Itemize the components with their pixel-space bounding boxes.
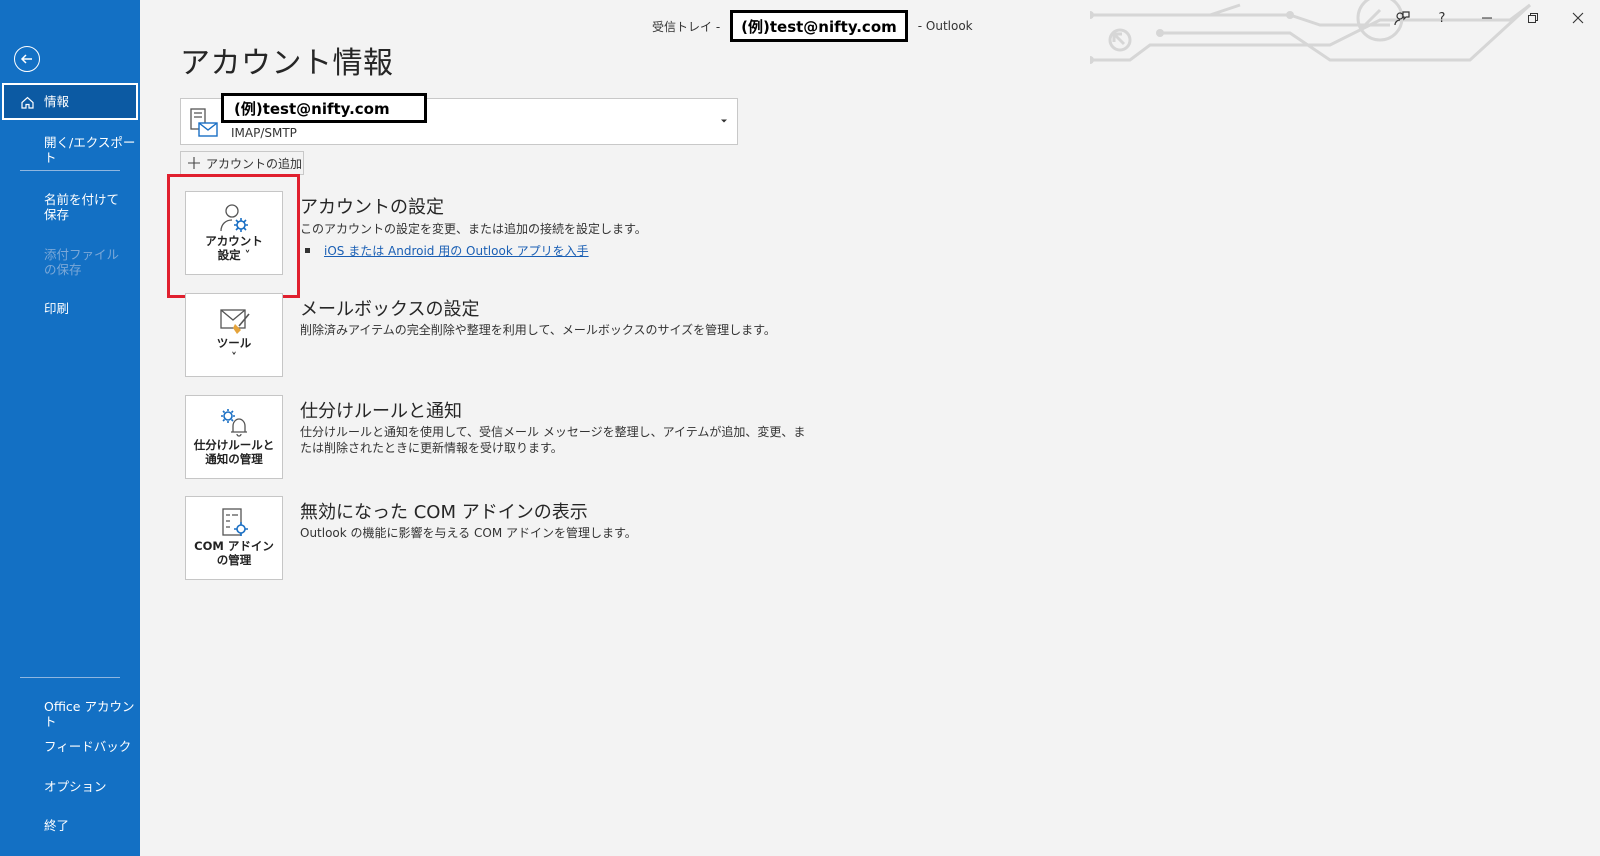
sidebar-item-open-export[interactable]: 開く/エクスポート xyxy=(0,135,140,165)
section-title: 無効になった COM アドインの表示 xyxy=(300,502,588,523)
section-title: 仕分けルールと通知 xyxy=(300,401,462,422)
sidebar-item-label: 情報 xyxy=(44,94,70,109)
sidebar-item-label: オプション xyxy=(44,779,107,794)
bell-gear-icon xyxy=(221,409,247,437)
sidebar-item-feedback[interactable]: フィードバック xyxy=(0,739,140,754)
account-settings-button[interactable]: アカウント 設定 ˅ xyxy=(185,191,283,275)
person-gear-icon xyxy=(220,204,248,232)
window-title: 受信トレイ - (例)test@nifty.com - Outlook xyxy=(652,10,973,42)
sidebar-divider xyxy=(20,170,120,171)
account-email-redaction: (例)test@nifty.com xyxy=(221,93,427,123)
page-title: アカウント情報 xyxy=(180,46,394,81)
sidebar-item-label: 開く/エクスポート xyxy=(44,135,136,165)
manage-com-addins-button[interactable]: COM アドイン の管理 xyxy=(185,496,283,580)
sidebar-divider xyxy=(20,677,120,678)
sidebar-item-label: 添付ファイルの保存 xyxy=(44,247,120,277)
section-title: アカウントの設定 xyxy=(300,197,444,218)
section-description: 削除済みアイテムの完全削除や整理を利用して、メールボックスのサイズを管理します。 xyxy=(300,323,776,337)
arrow-left-icon xyxy=(20,54,32,64)
account-type: IMAP/SMTP xyxy=(231,126,297,140)
bullet-icon xyxy=(305,248,310,253)
title-account-redaction: (例)test@nifty.com xyxy=(730,10,908,42)
help-icon: ? xyxy=(1438,10,1446,26)
caret-down-icon xyxy=(721,119,727,123)
close-icon xyxy=(1572,12,1584,24)
tile-label-line2: の管理 xyxy=(216,553,252,567)
section-description-line2: たは削除されたときに更新情報を受け取ります。 xyxy=(300,441,563,455)
section-description-line1: 仕分けルールと通知を使用して、受信メール メッセージを整理し、アイテムが追加、変… xyxy=(300,425,806,439)
sidebar-item-info[interactable]: 情報 xyxy=(2,83,138,120)
minimize-icon xyxy=(1482,17,1492,19)
tools-button[interactable]: ツール ˅ xyxy=(185,293,283,377)
link-text: iOS または Android 用の Outlook アプリを入手 xyxy=(324,244,589,258)
tile-label-line2: ˅ xyxy=(231,350,237,364)
get-mobile-app-link[interactable]: iOS または Android 用の Outlook アプリを入手 xyxy=(305,242,589,259)
tile-label-line1: ツール xyxy=(216,336,252,350)
sidebar-item-office-account[interactable]: Office アカウント xyxy=(0,699,140,729)
backstage-sidebar: 情報 開く/エクスポート 名前を付けて保存 添付ファイルの保存 印刷 Offic… xyxy=(0,0,140,856)
back-button[interactable] xyxy=(14,46,40,72)
manage-rules-alerts-button[interactable]: 仕分けルールと 通知の管理 xyxy=(185,395,283,479)
sidebar-item-label: 印刷 xyxy=(44,301,70,316)
tile-label-line1: 仕分けルールと xyxy=(193,438,275,452)
person-feedback-icon xyxy=(1394,11,1410,26)
restore-icon xyxy=(1528,13,1538,23)
section-description: Outlook の機能に影響を与える COM アドインを管理します。 xyxy=(300,526,637,540)
tile-label-line2: 設定 ˅ xyxy=(217,248,251,262)
tile-label-line1: COM アドイン xyxy=(194,539,274,553)
title-prefix: 受信トレイ - xyxy=(652,19,721,34)
minimize-button[interactable] xyxy=(1477,8,1497,28)
section-description: このアカウントの設定を変更、または追加の接続を設定します。 xyxy=(300,222,647,236)
tile-label-line2: 通知の管理 xyxy=(205,452,263,466)
coauthoring-button[interactable] xyxy=(1392,8,1412,28)
add-account-button[interactable]: アカウントの追加 xyxy=(180,151,304,175)
sidebar-item-print[interactable]: 印刷 xyxy=(0,301,140,316)
restore-button[interactable] xyxy=(1523,8,1543,28)
add-account-label: アカウントの追加 xyxy=(206,156,303,171)
close-button[interactable] xyxy=(1568,8,1588,28)
account-selector[interactable]: (例)test@nifty.com IMAP/SMTP xyxy=(180,93,738,145)
help-button[interactable]: ? xyxy=(1432,8,1452,28)
sidebar-item-label: 終了 xyxy=(44,818,70,833)
section-title: メールボックスの設定 xyxy=(300,299,480,320)
sidebar-item-label: 名前を付けて保存 xyxy=(44,192,120,222)
sidebar-item-label: Office アカウント xyxy=(44,699,135,729)
tile-label-line1: アカウント xyxy=(205,234,263,248)
mail-account-icon xyxy=(190,108,218,137)
document-gear-icon xyxy=(222,508,248,536)
sidebar-item-label: フィードバック xyxy=(44,739,132,754)
home-icon xyxy=(21,96,34,109)
plus-icon xyxy=(188,157,200,169)
mail-broom-icon xyxy=(220,309,250,334)
title-suffix: - Outlook xyxy=(917,19,973,33)
sidebar-item-options[interactable]: オプション xyxy=(0,779,140,794)
sidebar-item-save-as[interactable]: 名前を付けて保存 xyxy=(0,192,128,222)
sidebar-item-save-attachments: 添付ファイルの保存 xyxy=(0,247,128,277)
sidebar-item-exit[interactable]: 終了 xyxy=(0,818,140,833)
